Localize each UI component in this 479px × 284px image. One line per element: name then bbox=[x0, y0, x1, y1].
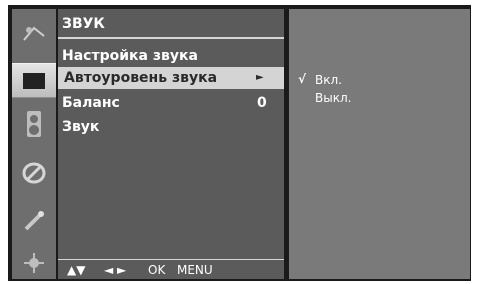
option-on[interactable]: Вкл. bbox=[315, 71, 342, 89]
menu-item-balance[interactable]: Баланс bbox=[62, 92, 120, 114]
menu-item-label: Автоуровень звука bbox=[64, 70, 218, 86]
balance-value: 0 bbox=[257, 95, 267, 111]
option-off[interactable]: Выкл. bbox=[315, 89, 351, 107]
submenu-panel bbox=[289, 9, 470, 279]
navigation-hint-bar: ▲▼ ◄ ► OK MENU bbox=[58, 259, 284, 280]
arrow-right-icon: ► bbox=[256, 72, 264, 83]
divider bbox=[58, 37, 284, 39]
audio-icon[interactable] bbox=[17, 108, 51, 139]
up-down-arrows-icon: ▲▼ bbox=[67, 263, 86, 277]
check-mark-icon: √ bbox=[298, 72, 307, 86]
key-icon[interactable] bbox=[17, 205, 51, 236]
sidebar bbox=[12, 9, 56, 279]
left-right-arrows-icon: ◄ ► bbox=[104, 263, 127, 277]
settings-icon[interactable] bbox=[17, 247, 51, 278]
menu-item-auto-volume[interactable]: Автоуровень звука bbox=[58, 67, 284, 89]
menu-label: MENU bbox=[177, 263, 213, 277]
menu-item-sound-settings[interactable]: Настройка звука bbox=[62, 45, 198, 67]
screen-icon[interactable] bbox=[12, 63, 56, 98]
picture-icon[interactable] bbox=[17, 17, 51, 48]
menu-item-sound[interactable]: Звук bbox=[62, 116, 99, 138]
ok-label: OK bbox=[148, 263, 166, 277]
time-icon[interactable] bbox=[17, 157, 51, 188]
menu-title: ЗВУК bbox=[62, 16, 105, 32]
